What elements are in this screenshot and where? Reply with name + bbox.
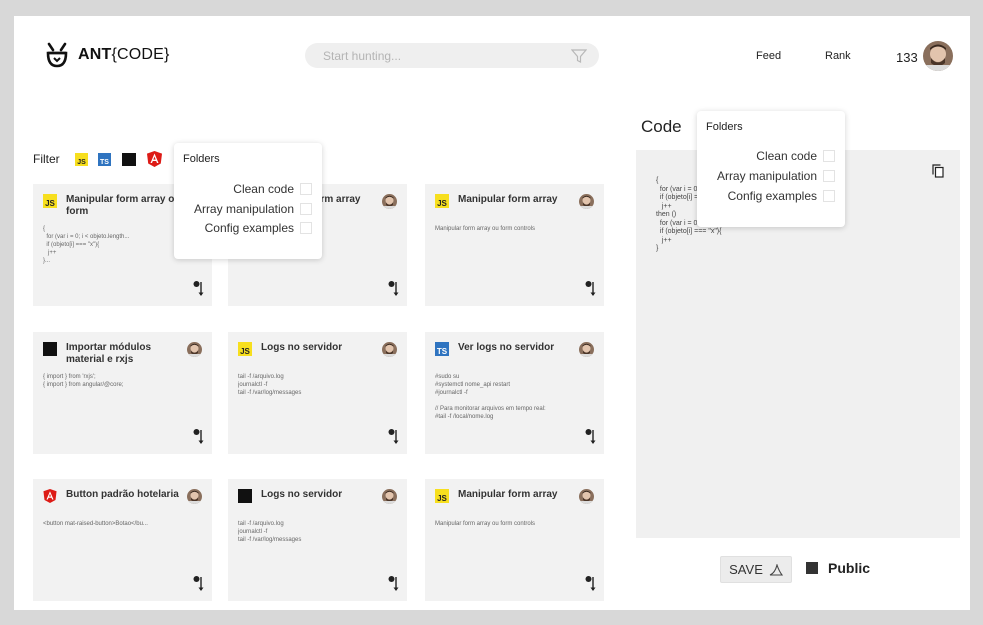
save-button-label: SAVE <box>729 562 763 577</box>
logo[interactable]: ANT{CODE} <box>44 42 170 68</box>
folders-popup-title: Folders <box>706 121 743 133</box>
snippet-preview: <button mat-raised-button>Botao</bu... <box>43 521 148 527</box>
hunt-download-icon[interactable] <box>388 428 400 446</box>
author-avatar[interactable] <box>579 194 594 209</box>
logo-code-text: {CODE} <box>111 46 170 63</box>
snippet-card[interactable]: JS Manipular form array Manipular form arr… <box>425 479 604 601</box>
nav-rank-link[interactable]: Rank <box>825 50 851 62</box>
filter-typescript-icon[interactable]: TS <box>98 153 111 166</box>
hunt-download-icon[interactable] <box>585 428 597 446</box>
author-avatar[interactable] <box>382 489 397 504</box>
folder-option-label: Clean code <box>233 182 294 196</box>
snippet-title[interactable]: Manipular form array ou form <box>66 194 186 218</box>
filter-javascript-icon[interactable]: JS <box>75 153 88 166</box>
author-avatar[interactable] <box>382 194 397 209</box>
folder-checkbox[interactable] <box>823 150 835 162</box>
snippet-preview: Manipular form array ou form controls <box>435 226 536 232</box>
filter-angular-icon[interactable] <box>147 151 162 167</box>
author-avatar[interactable] <box>579 489 594 504</box>
angular-icon <box>43 489 57 503</box>
folders-popup-left: Folders Clean code Array manipulation Co… <box>174 143 322 259</box>
nav-feed-link[interactable]: Feed <box>756 50 781 62</box>
folder-option-array-manipulation[interactable]: Array manipulation <box>194 202 312 216</box>
user-avatar[interactable] <box>923 41 953 71</box>
snippet-title[interactable]: Ver logs no servidor <box>458 342 578 354</box>
filter-terminal-icon[interactable] <box>122 153 136 166</box>
filter-icon[interactable] <box>571 48 587 64</box>
javascript-icon: JS <box>43 194 57 208</box>
folder-option-array-manipulation[interactable]: Array manipulation <box>717 169 835 183</box>
user-score: 133 <box>896 50 918 65</box>
snippet-card[interactable]: Importar módulos material e rxjs { import… <box>33 332 212 454</box>
copy-icon[interactable] <box>932 164 944 178</box>
snippet-title[interactable]: Importar módulos material e rxjs <box>66 342 186 366</box>
hunt-download-icon[interactable] <box>388 575 400 593</box>
snippet-card[interactable]: JS Logs no servidor tail -f /arquivo.log j… <box>228 332 407 454</box>
folder-option-clean-code[interactable]: Clean code <box>756 149 835 163</box>
filter-label: Filter <box>33 152 60 166</box>
folder-checkbox[interactable] <box>300 203 312 215</box>
snippet-title[interactable]: Logs no servidor <box>261 342 381 354</box>
folder-option-label: Array manipulation <box>716 169 817 183</box>
snippet-title[interactable]: Button padrão hotelaria <box>66 489 186 501</box>
search-bar[interactable] <box>305 43 599 68</box>
folders-popup-right: Folders Clean code Array manipulation Co… <box>697 111 845 227</box>
javascript-icon: JS <box>435 489 449 503</box>
hunt-download-icon[interactable] <box>585 280 597 298</box>
snippet-card[interactable]: Button padrão hotelaria <button mat-raise… <box>33 479 212 601</box>
folder-option-label: Clean code <box>756 149 817 163</box>
folder-option-clean-code[interactable]: Clean code <box>233 182 312 196</box>
ant-logo-icon <box>46 42 68 68</box>
snippet-card[interactable]: Logs no servidor tail -f /arquivo.log jou… <box>228 479 407 601</box>
terminal-icon <box>43 342 57 356</box>
folder-checkbox[interactable] <box>823 170 835 182</box>
app-window: ANT{CODE} Feed Rank 133 Filter JS TS JS M… <box>14 16 970 610</box>
public-label: Public <box>828 560 871 576</box>
snippet-preview: { import } from 'rxjs'; { import } from … <box>43 374 124 388</box>
search-input[interactable] <box>321 47 565 64</box>
snippet-title[interactable]: Manipular form array <box>458 194 578 206</box>
hunt-download-icon[interactable] <box>585 575 597 593</box>
snippet-preview: #sudo su #systemctl nome_api restart #jo… <box>435 374 546 420</box>
folder-option-label: Config examples <box>204 221 294 235</box>
hunt-download-icon[interactable] <box>388 280 400 298</box>
terminal-icon <box>238 489 252 503</box>
code-title: Code <box>641 117 682 136</box>
author-avatar[interactable] <box>187 342 202 357</box>
hunt-download-icon[interactable] <box>193 575 205 593</box>
snippet-preview: tail -f /arquivo.log journalctl -f tail … <box>238 521 302 543</box>
typescript-icon: TS <box>435 342 449 356</box>
fin-icon <box>769 563 783 576</box>
folder-option-config-examples[interactable]: Config examples <box>728 189 835 203</box>
author-avatar[interactable] <box>382 342 397 357</box>
save-button[interactable]: SAVE <box>720 556 792 583</box>
folder-checkbox[interactable] <box>300 222 312 234</box>
snippet-title[interactable]: Logs no servidor <box>261 489 381 501</box>
snippet-card[interactable]: TS Ver logs no servidor #sudo su #systemct… <box>425 332 604 454</box>
author-avatar[interactable] <box>579 342 594 357</box>
logo-bold-text: ANT <box>78 46 112 63</box>
folder-checkbox[interactable] <box>300 183 312 195</box>
avatar-image <box>923 41 953 71</box>
folder-checkbox[interactable] <box>823 190 835 202</box>
snippet-title[interactable]: Manipular form array <box>458 489 578 501</box>
folder-option-label: Config examples <box>727 189 817 203</box>
snippet-preview: Manipular form array ou form controls <box>435 521 536 527</box>
author-avatar[interactable] <box>187 489 202 504</box>
javascript-icon: JS <box>238 342 252 356</box>
folder-option-label: Array manipulation <box>193 202 294 216</box>
folder-option-config-examples[interactable]: Config examples <box>205 221 312 235</box>
hunt-download-icon[interactable] <box>193 280 205 298</box>
snippet-card[interactable]: JS Manipular form array Manipular form arr… <box>425 184 604 306</box>
javascript-icon: JS <box>435 194 449 208</box>
hunt-download-icon[interactable] <box>193 428 205 446</box>
folders-popup-title: Folders <box>183 153 220 165</box>
snippet-preview: tail -f /arquivo.log journalctl -f tail … <box>238 374 302 396</box>
public-checkbox[interactable] <box>806 562 818 574</box>
